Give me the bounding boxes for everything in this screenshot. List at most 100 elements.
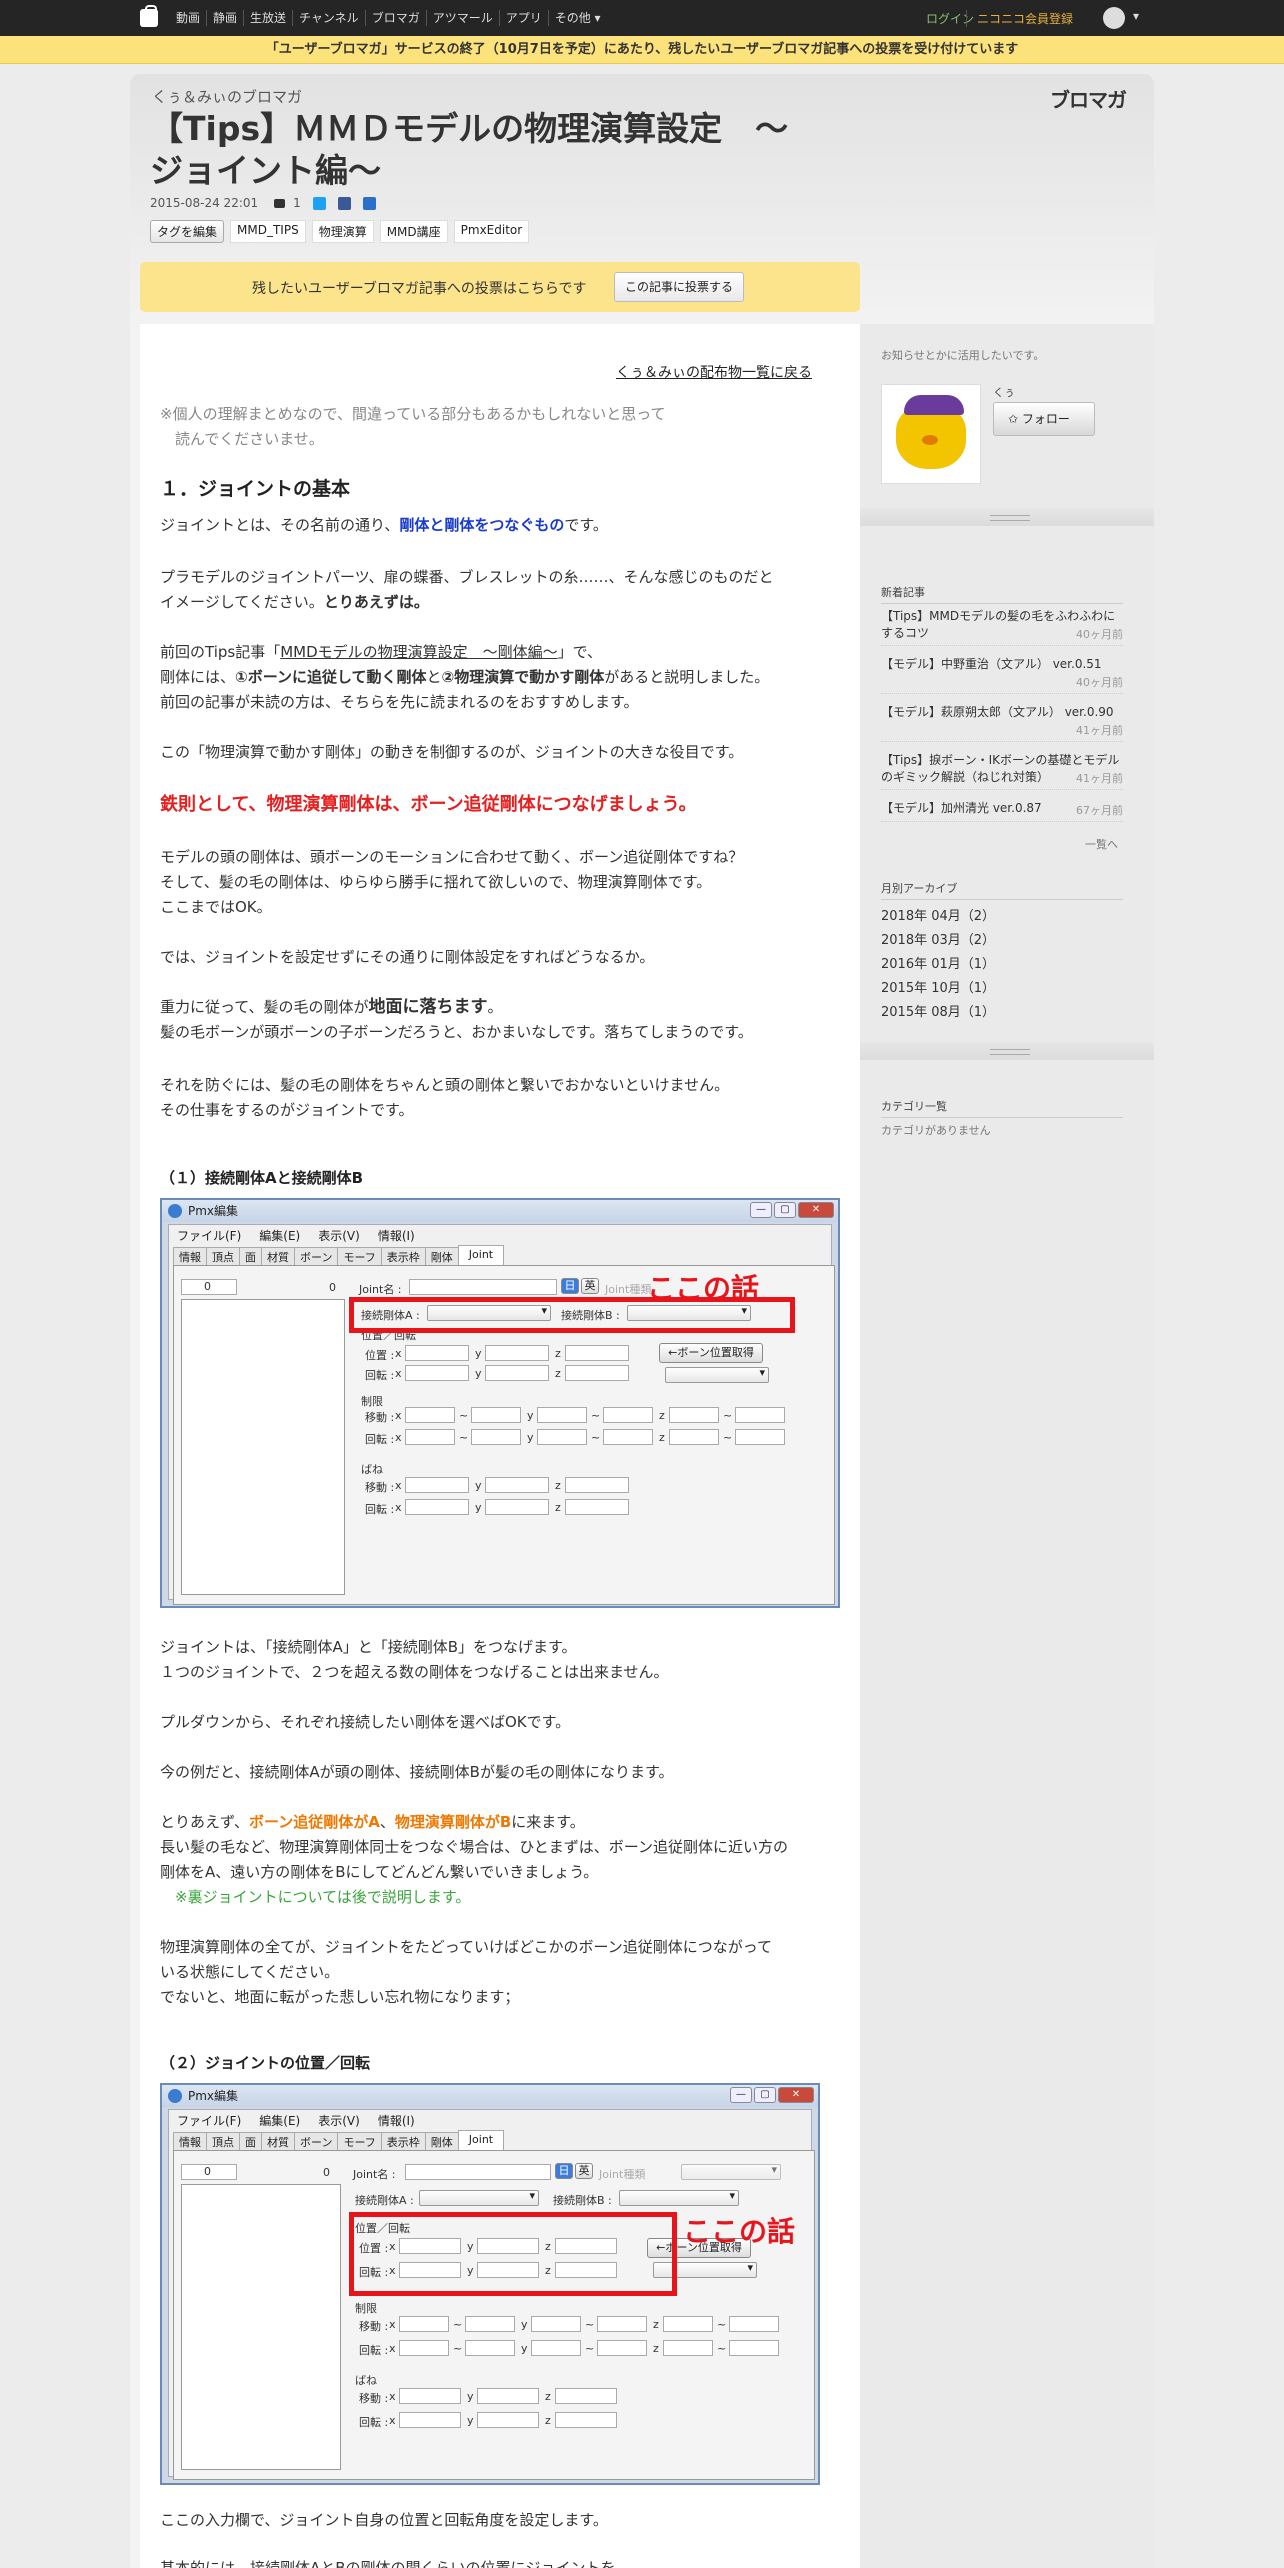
top-nav: 動画 静画 生放送 チャンネル ブロマガ アツマール アプリ その他 ▾ ログイ…: [0, 0, 1284, 36]
callout-label: ここの話: [683, 2215, 796, 2248]
vote-message: 残したいユーザーブロマガ記事への投票はこちらです: [252, 281, 587, 297]
niconico-logo-icon[interactable]: [140, 5, 158, 27]
nav-link-video[interactable]: 動画: [170, 10, 206, 26]
joint-list: [181, 1299, 345, 1595]
author-name[interactable]: くぅ: [993, 384, 1015, 400]
comment-count[interactable]: 1: [293, 196, 301, 210]
twitter-share-icon[interactable]: [312, 196, 326, 210]
vote-banner: 残したいユーザーブロマガ記事への投票はこちらです この記事に投票する: [140, 262, 860, 312]
nav-link-blomaga[interactable]: ブロマガ: [364, 10, 426, 26]
paragraph: モデルの頭の剛体は、頭ボーンのモーションに合わせて動く、ボーン追従剛体ですね？そ…: [160, 848, 744, 916]
close-icon: ✕: [778, 2087, 814, 2103]
comment-icon[interactable]: [274, 198, 286, 208]
menu-bar: ファイル(F) 編集(E) 表示(V) 情報(I): [177, 1229, 415, 1243]
edit-tags-button[interactable]: タグを編集: [150, 220, 225, 243]
archive-month-link[interactable]: 2018年 03月（2）: [881, 929, 995, 948]
minimize-icon: —: [730, 2087, 752, 2103]
menu-bar: ファイル(F) 編集(E) 表示(V) 情報(I): [177, 2114, 415, 2128]
paragraph: それを防ぐには、髪の毛の剛体をちゃんと頭の剛体と繋いでおかないといけません。 その…: [160, 1076, 730, 1119]
blomaga-brand-logo[interactable]: ブロマガ: [1050, 84, 1127, 113]
new-articles-heading: 新着記事: [881, 584, 1123, 604]
disclaimer-note: ※個人の理解まとめなので、間違っている部分もあるかもしれないと思って 読んでくだ…: [160, 402, 665, 452]
tag-list: タグを編集 MMD_TIPS 物理演算 MMD講座 PmxEditor: [150, 220, 530, 243]
paragraph: 前回のTips記事「MMDモデルの物理演算設定 ～剛体編～」で、 剛体には、①ボ…: [160, 643, 770, 711]
post-date: 2015-08-24 22:01: [150, 196, 259, 210]
note-line: 読んでくださいませ。: [160, 430, 324, 448]
tag-item[interactable]: MMD講座: [379, 220, 448, 243]
highlight-box: [349, 2212, 677, 2296]
close-icon: ✕: [798, 1202, 834, 1218]
sidebar-article-item[interactable]: 【Tips】MMDモデルの髪の毛をふわふわにするコツ 40ヶ月前: [881, 608, 1123, 646]
paragraph: とりあえず、ボーン追従剛体がA、物理演算剛体がBに来ます。 長い髪の毛など、物理…: [160, 1813, 789, 1906]
tag-item[interactable]: MMD_TIPS: [230, 220, 306, 243]
pmx-editor-screenshot: Pmx編集 — ▢ ✕ ファイル(F) 編集(E) 表示(V) 情報(I) 情報 頂点面材質…: [160, 2083, 820, 2485]
back-to-list-link[interactable]: くぅ＆みぃの配布物一覧に戻る: [616, 362, 812, 382]
app-icon: [168, 1204, 182, 1218]
paragraph: 物理演算剛体の全てが、ジョイントをたどっていけばどこかのボーン追従剛体につながっ…: [160, 1938, 773, 2006]
author-avatar[interactable]: [881, 384, 981, 484]
follow-button[interactable]: ✩ フォロー: [993, 402, 1095, 436]
sidebar-article-item[interactable]: 【Tips】捩ボーン・IKボーンの基礎とモデルのギミック解説（ねじれ対策） 41ヶ…: [881, 752, 1123, 790]
subsection-heading: （１）接続剛体Aと接続剛体B: [160, 1169, 364, 1187]
callout-label: ここの話: [647, 1272, 760, 1305]
note-line: ※個人の理解まとめなので、間違っている部分もあるかもしれないと思って: [160, 405, 666, 423]
rule-highlight: 鉄則として、物理演算剛体は、ボーン追従剛体につなげましょう。: [160, 794, 697, 815]
title-line-2: ジョイント編～: [150, 151, 381, 190]
author-info: お知らせとかに活用したいです。: [881, 349, 1045, 362]
editor-tabs: 情報 頂点面材質 ボーン モーフ 表示枠 剛体 Joint: [173, 2130, 505, 2151]
facebook-share-icon[interactable]: [337, 196, 351, 210]
archive-month-link[interactable]: 2015年 10月（1）: [881, 977, 995, 996]
more-articles-link[interactable]: 一覧へ: [1085, 836, 1118, 852]
previous-article-link[interactable]: MMDモデルの物理演算設定 ～剛体編～: [280, 643, 557, 661]
tag-item[interactable]: PmxEditor: [453, 220, 530, 243]
paragraph: 重力に従って、髪の毛の剛体が地面に落ちます。 髪の毛ボーンが頭ボーンの子ボーンだ…: [160, 997, 753, 1041]
paragraph: ジョイントは、「接続剛体A」と「接続剛体B」をつなげます。 １つのジョイントで、２…: [160, 1638, 669, 1681]
editor-tabs: 情報 頂点面材質 ボーン モーフ 表示枠 剛体 Joint: [173, 1245, 505, 1266]
subsection-heading: （２）ジョイントの位置／回転: [160, 2054, 371, 2072]
nav-link-app[interactable]: アプリ: [498, 10, 548, 26]
nav-link-live[interactable]: 生放送: [243, 10, 292, 26]
maximize-icon: ▢: [754, 2087, 776, 2103]
blog-name[interactable]: くぅ＆みぃのブロマガ: [152, 86, 302, 107]
section-heading: １．ジョイントの基本: [160, 478, 351, 500]
sidebar-divider: [860, 508, 1154, 526]
chevron-down-icon[interactable]: ▾: [1133, 9, 1139, 23]
paragraph: 今の例だと、接続剛体Aが頭の剛体、接続剛体Bが髪の毛の剛体になります。: [160, 1763, 674, 1781]
nav-link-channel[interactable]: チャンネル: [292, 10, 365, 26]
archive-heading: 月別アーカイブ: [881, 880, 1123, 900]
title-line-1: 【Tips】ＭＭＤモデルの物理演算設定 ～: [150, 109, 789, 148]
register-link[interactable]: ニコニコ会員登録: [966, 10, 1073, 27]
sidebar-article-item[interactable]: 【モデル】萩原朔太郎（文アル） ver.0.90 41ヶ月前: [881, 704, 1123, 742]
window-titlebar: Pmx編集 — ▢ ✕: [162, 1200, 838, 1222]
paragraph: プラモデルのジョイントパーツ、扉の蝶番、ブレスレットの糸……、そんな感じのものだ…: [160, 568, 774, 611]
vote-button[interactable]: この記事に投票する: [614, 272, 744, 302]
paragraph: ここの入力欄で、ジョイント自身の位置と回転角度を設定します。: [160, 2511, 608, 2529]
category-heading: カテゴリ一覧: [881, 1098, 1123, 1118]
window-titlebar: Pmx編集 — ▢ ✕: [162, 2085, 818, 2107]
nav-link-atsumaru[interactable]: アツマール: [425, 10, 499, 26]
paragraph: 基本的には、接続剛体AとBの剛体の間くらいの位置にジョイントを: [160, 2559, 616, 2568]
archive-month-link[interactable]: 2018年 04月（2）: [881, 905, 995, 924]
sidebar-divider: [860, 1042, 1154, 1060]
service-end-announcement: 「ユーザーブロマガ」サービスの終了（10月7日を予定）にあたり、残したいユーザー…: [0, 36, 1284, 64]
chick-avatar-icon: [896, 395, 966, 469]
app-icon: [168, 2089, 182, 2103]
article-meta: 2015-08-24 22:01 1: [150, 196, 376, 210]
paragraph: プルダウンから、それぞれ接続したい剛体を選べばOKです。: [160, 1713, 571, 1731]
page-title: 【Tips】ＭＭＤモデルの物理演算設定 ～ ジョイント編～: [150, 108, 850, 192]
paragraph: ジョイントとは、その名前の通り、剛体と剛体をつなぐものです。: [160, 516, 608, 534]
archive-month-link[interactable]: 2016年 01月（1）: [881, 953, 995, 972]
no-category-text: カテゴリがありません: [881, 1124, 991, 1137]
sidebar-article-item[interactable]: 【モデル】加州清光 ver.0.87 67ヶ月前: [881, 800, 1123, 822]
tag-item[interactable]: 物理演算: [311, 220, 374, 243]
archive-month-link[interactable]: 2015年 08月（1）: [881, 1001, 995, 1020]
hatena-bookmark-icon[interactable]: [362, 196, 376, 210]
user-avatar-icon[interactable]: [1103, 7, 1125, 29]
paragraph: では、ジョイントを設定せずにその通りに剛体設定をすればどうなるか。: [160, 948, 655, 966]
minimize-icon: —: [750, 1202, 772, 1218]
service-links: 動画 静画 生放送 チャンネル ブロマガ アツマール アプリ その他 ▾: [170, 10, 607, 26]
nav-link-seiga[interactable]: 静画: [206, 10, 243, 26]
sidebar-article-item[interactable]: 【モデル】中野重治（文アル） ver.0.51 40ヶ月前: [881, 656, 1123, 694]
joint-list: [181, 2184, 341, 2470]
nav-link-more[interactable]: その他 ▾: [547, 10, 607, 26]
